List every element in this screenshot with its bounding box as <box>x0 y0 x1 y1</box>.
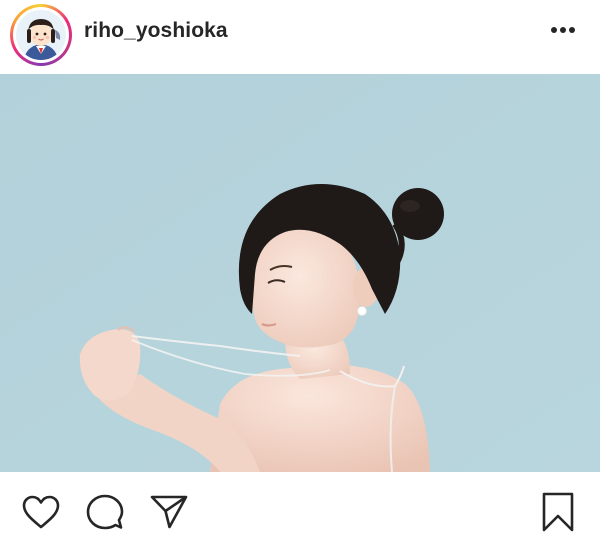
share-button[interactable] <box>149 492 189 532</box>
like-button[interactable] <box>21 492 61 532</box>
more-options-button[interactable] <box>548 18 578 42</box>
post-header: riho_yoshioka <box>0 0 600 72</box>
more-horizontal-icon <box>551 27 575 33</box>
avatar[interactable] <box>10 4 72 66</box>
bookmark-icon <box>542 492 574 532</box>
heart-icon <box>22 495 60 529</box>
avatar-inner <box>13 7 69 63</box>
post-image <box>0 74 600 472</box>
action-bar <box>0 472 600 539</box>
save-button[interactable] <box>538 492 578 532</box>
avatar-image <box>16 10 66 60</box>
comment-icon <box>86 494 124 530</box>
username[interactable]: riho_yoshioka <box>84 19 228 43</box>
paper-plane-icon <box>150 495 188 529</box>
comment-button[interactable] <box>85 492 125 532</box>
post-photo[interactable] <box>0 74 600 472</box>
